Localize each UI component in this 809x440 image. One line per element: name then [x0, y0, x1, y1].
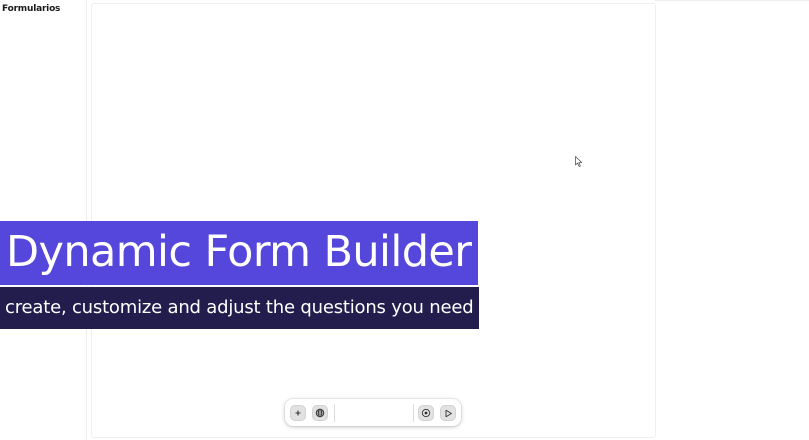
bottom-toolbar: [285, 399, 461, 426]
sidebar-title: Formularios: [2, 4, 61, 14]
play-icon: [445, 409, 452, 417]
top-divider: [655, 0, 809, 1]
toolbar-separator: [413, 404, 414, 422]
globe-icon: [315, 408, 325, 418]
play-button[interactable]: [440, 405, 456, 421]
sidebar: Formularios: [0, 0, 87, 440]
globe-button[interactable]: [312, 405, 328, 421]
plus-icon: [295, 410, 301, 416]
toolbar-separator: [334, 404, 335, 422]
target-icon: [421, 408, 431, 418]
promo-title: Dynamic Form Builder: [0, 221, 479, 285]
app-window: Formularios Dynamic Form Builder create,…: [0, 0, 809, 440]
target-button[interactable]: [418, 405, 434, 421]
promo-subtitle: create, customize and adjust the questio…: [0, 287, 480, 329]
mouse-cursor-icon: [575, 156, 583, 167]
add-button[interactable]: [290, 405, 306, 421]
